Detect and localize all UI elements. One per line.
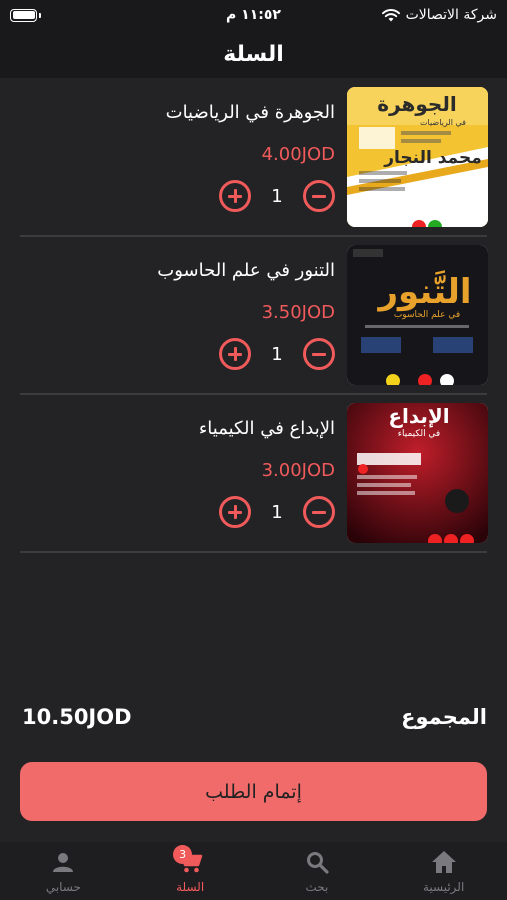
tab-label: السلة <box>176 880 205 894</box>
tab-bar: حسابي 3 السلة بحث الرئيسية <box>0 842 507 900</box>
tab-label: حسابي <box>45 880 81 894</box>
item-quantity: 1 <box>271 185 283 207</box>
total-label: المجموع <box>401 705 487 729</box>
book-cover-image[interactable]: التَّنور في علم الحاسوب <box>347 245 488 385</box>
cart-item: الجوهرة في الرياضيات محمد النجار الجوهرة… <box>0 78 507 237</box>
cart-item: التَّنور في علم الحاسوب التنور في علم ال… <box>0 236 507 395</box>
divider <box>20 551 487 553</box>
checkout-button[interactable]: إتمام الطلب <box>20 762 487 821</box>
tab-account[interactable]: حسابي <box>0 842 127 900</box>
wifi-icon <box>381 9 400 22</box>
nav-header: السلة <box>0 30 507 78</box>
person-icon <box>53 853 74 872</box>
tab-label: بحث <box>305 880 329 894</box>
cover-author-text: محمد النجار <box>383 148 481 168</box>
item-price: 3.50JOD <box>261 302 335 323</box>
item-title: التنور في علم الحاسوب <box>157 260 335 281</box>
tab-home[interactable]: الرئيسية <box>380 842 507 900</box>
home-icon <box>431 851 456 873</box>
tab-label: الرئيسية <box>422 880 465 894</box>
page-title: السلة <box>223 41 284 67</box>
quantity-stepper: 1 <box>219 180 335 212</box>
book-cover-image[interactable]: الجوهرة في الرياضيات محمد النجار <box>347 87 488 227</box>
decrease-quantity-button[interactable] <box>303 496 335 528</box>
carrier-name: شركة الاتصالات <box>405 7 497 23</box>
cover-subtitle-text: في الكيمياء <box>398 429 441 439</box>
status-bar: ١١:٥٢ م شركة الاتصالات <box>0 0 507 30</box>
tab-cart[interactable]: 3 السلة <box>127 842 254 900</box>
cover-title-text: التَّنور <box>376 271 471 312</box>
cover-subtitle-text: في علم الحاسوب <box>394 310 460 320</box>
decrease-quantity-button[interactable] <box>303 338 335 370</box>
search-icon <box>306 852 329 874</box>
book-cover-image[interactable]: الإبداع في الكيمياء <box>347 403 488 543</box>
increase-quantity-button[interactable] <box>219 338 251 370</box>
cover-title-text: الإبداع <box>388 404 449 428</box>
item-title: الجوهرة في الرياضيات <box>165 102 335 123</box>
item-price: 4.00JOD <box>261 144 335 165</box>
quantity-stepper: 1 <box>219 338 335 370</box>
increase-quantity-button[interactable] <box>219 496 251 528</box>
decrease-quantity-button[interactable] <box>303 180 335 212</box>
item-quantity: 1 <box>271 501 283 523</box>
cover-title-text: الجوهرة <box>377 92 456 116</box>
cart-count-badge: 3 <box>173 845 193 864</box>
item-price: 3.00JOD <box>261 460 335 481</box>
item-title: الإبداع في الكيمياء <box>198 418 335 439</box>
battery-icon <box>10 8 41 22</box>
cover-subtitle-text: في الرياضيات <box>420 118 466 127</box>
tab-search[interactable]: بحث <box>254 842 381 900</box>
cart-item: الإبداع في الكيمياء الإبداع في الكيمياء … <box>0 394 507 553</box>
quantity-stepper: 1 <box>219 496 335 528</box>
increase-quantity-button[interactable] <box>219 180 251 212</box>
total-value: 10.50JOD <box>22 705 132 729</box>
item-quantity: 1 <box>271 343 283 365</box>
